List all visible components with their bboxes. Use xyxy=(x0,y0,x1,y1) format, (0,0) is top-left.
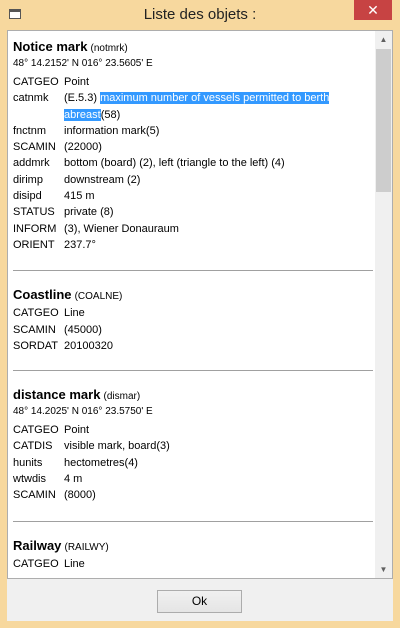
object-entry: Notice mark (notmrk) 48° 14.2152' N 016°… xyxy=(13,39,373,253)
attribute-key: CATGEO xyxy=(13,76,59,88)
object-code: (RAILWY) xyxy=(64,541,109,553)
attribute-row: SCAMIN (22000) xyxy=(13,139,373,155)
attribute-value: (E.5.3) maximum number of vessels permit… xyxy=(64,90,373,123)
object-entry: Railway (RAILWY) CATGEO Line xyxy=(13,538,373,572)
object-code: (dismar) xyxy=(103,391,141,403)
attribute-row: INFORM (3), Wiener Donauraum xyxy=(13,221,373,237)
attribute-value: Line xyxy=(64,307,85,320)
attribute-row: CATGEO Line xyxy=(13,305,373,321)
ok-button[interactable]: Ok xyxy=(157,590,242,613)
object-header: Notice mark (notmrk) xyxy=(13,39,373,57)
attribute-row: fnctnm information mark(5) xyxy=(13,123,373,139)
attribute-value: 415 m xyxy=(64,190,95,203)
attribute-value: (8000) xyxy=(64,489,96,502)
attribute-value: bottom (board) (2), left (triangle to th… xyxy=(64,157,285,170)
attribute-key: CATGEO xyxy=(13,307,59,320)
attribute-row: addmrk bottom (board) (2), left (triangl… xyxy=(13,155,373,171)
object-header: distance mark (dismar) xyxy=(13,387,373,405)
object-entry: distance mark (dismar) 48° 14.2025' N 01… xyxy=(13,387,373,503)
attribute-row: dirimp downstream (2) xyxy=(13,172,373,188)
attribute-row: wtwdis 4 m xyxy=(13,471,373,487)
attribute-value: visible mark, board(3) xyxy=(64,440,170,453)
attribute-key: STATUS xyxy=(13,206,55,219)
attribute-key: CATDIS xyxy=(13,440,53,453)
attribute-row: SCAMIN (45000) xyxy=(13,322,373,338)
scroll-down-icon[interactable]: ▼ xyxy=(375,561,392,578)
object-entry: Coastline (COALNE) CATGEO Line SCAMIN (4… xyxy=(13,287,373,354)
attribute-value: downstream (2) xyxy=(64,173,141,186)
scrollbar-thumb[interactable] xyxy=(376,49,391,192)
object-list[interactable]: Notice mark (notmrk) 48° 14.2152' N 016°… xyxy=(7,30,393,579)
window-title: Liste des objets : xyxy=(143,6,257,23)
attribute-row: SCAMIN (8000) xyxy=(13,487,373,503)
object-name: Coastline xyxy=(13,287,72,303)
attribute-key: SCAMIN xyxy=(13,323,56,336)
attribute-row: catnmk (E.5.3) maximum number of vessels… xyxy=(13,90,373,123)
vertical-scrollbar[interactable]: ▲ ▼ xyxy=(375,31,392,578)
object-header: Railway (RAILWY) xyxy=(13,538,373,556)
attribute-row: disipd 415 m xyxy=(13,188,373,204)
object-name: distance mark xyxy=(13,387,101,403)
attribute-row: CATDIS visible mark, board(3) xyxy=(13,438,373,454)
attribute-key: wtwdis xyxy=(13,473,47,486)
object-coordinates: 48° 14.2025' N 016° 23.5750' E xyxy=(13,406,153,418)
scroll-up-icon[interactable]: ▲ xyxy=(375,31,392,48)
object-list-content: Notice mark (notmrk) 48° 14.2152' N 016°… xyxy=(13,39,373,572)
attribute-key: catnmk xyxy=(13,92,49,105)
attribute-key: SORDAT xyxy=(13,339,59,352)
attribute-key: SCAMIN xyxy=(13,141,56,154)
attribute-value: Line xyxy=(64,557,85,570)
attribute-key: CATGEO xyxy=(13,557,59,570)
attribute-key: addmrk xyxy=(13,157,50,170)
attribute-value: Point xyxy=(64,424,90,437)
attribute-value-suffix: (58) xyxy=(100,108,121,121)
attribute-row: SORDAT 20100320 xyxy=(13,338,373,354)
attribute-row: hunits hectometres(4) xyxy=(13,455,373,471)
attribute-value: 237.7° xyxy=(64,238,96,251)
object-header: Coastline (COALNE) xyxy=(13,287,373,305)
attribute-row: CATGEO Line xyxy=(13,556,373,572)
attribute-value: information mark(5) xyxy=(64,124,160,137)
attribute-row: CATGEO Point xyxy=(13,74,373,90)
attribute-value: (3), Wiener Donauraum xyxy=(64,222,179,235)
attribute-row: CATGEO Point xyxy=(13,422,373,438)
attribute-value: (45000) xyxy=(64,323,102,336)
attribute-value: 20100320 xyxy=(64,339,113,352)
attribute-key: fnctnm xyxy=(13,124,47,137)
object-code: (COALNE) xyxy=(74,291,123,303)
attribute-value: (22000) xyxy=(64,141,102,154)
attribute-key: dirimp xyxy=(13,173,43,186)
attribute-value: 4 m xyxy=(64,473,83,486)
attribute-value: hectometres(4) xyxy=(64,456,138,469)
title-bar[interactable]: Liste des objets : ✕ xyxy=(0,0,400,30)
object-name: Railway xyxy=(13,537,62,553)
attribute-value-prefix: (E.5.3) xyxy=(64,92,101,105)
object-name: Notice mark xyxy=(13,39,88,54)
attribute-row: STATUS private (8) xyxy=(13,204,373,220)
attribute-key: SCAMIN xyxy=(13,489,56,502)
attribute-value: Point xyxy=(64,76,90,88)
close-button[interactable]: ✕ xyxy=(354,0,392,20)
object-coordinates: 48° 14.2152' N 016° 23.5605' E xyxy=(13,58,153,69)
object-code: (notmrk) xyxy=(90,43,128,54)
attribute-value: private (8) xyxy=(64,206,114,219)
attribute-key: INFORM xyxy=(13,222,57,235)
attribute-key: disipd xyxy=(13,190,42,203)
attribute-key: CATGEO xyxy=(13,424,59,437)
dialog-body: Notice mark (notmrk) 48° 14.2152' N 016°… xyxy=(7,30,393,621)
attribute-row: ORIENT 237.7° xyxy=(13,237,373,253)
attribute-key: hunits xyxy=(13,456,43,469)
attribute-key: ORIENT xyxy=(13,238,55,251)
